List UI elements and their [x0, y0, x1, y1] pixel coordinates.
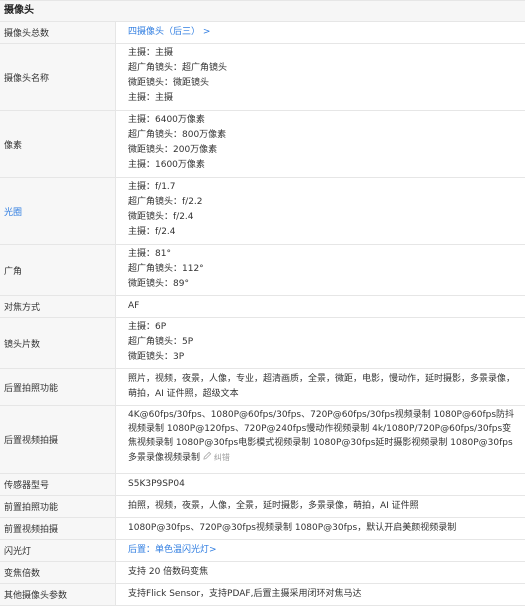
- pixels-value: 主摄：6400万像素 超广角镜头：800万像素 微距镜头：200万像素 主摄：1…: [116, 111, 525, 177]
- label-camera-total: 摄像头总数: [0, 22, 116, 43]
- row-lens-count: 镜头片数 主摄：6P 超广角镜头：5P 微距镜头：3P: [0, 318, 525, 369]
- aperture-line: 主摄：f/2.4: [128, 227, 176, 237]
- row-rear-video: 后置视频拍摄 4K@60fps/30fps、1080P@60fps/30fps、…: [0, 406, 525, 474]
- row-front-photo: 前置拍照功能 拍照，视频，夜景，人像，全景，延时摄影，多景录像，萌拍，AI 证件…: [0, 496, 525, 518]
- pixels-line: 主摄：6400万像素: [128, 115, 205, 125]
- front-photo-value: 拍照，视频，夜景，人像，全景，延时摄影，多景录像，萌拍，AI 证件照: [128, 501, 419, 511]
- focus-value: AF: [128, 301, 140, 311]
- camera-name-line: 微距镜头：微距镜头: [128, 78, 210, 88]
- label-aperture-link[interactable]: 光圈: [0, 178, 116, 244]
- wide-angle-value: 主摄：81° 超广角镜头：112° 微距镜头：89°: [116, 245, 525, 295]
- lens-count-line: 主摄：6P: [128, 322, 167, 332]
- camera-name-line: 主摄：主摄: [128, 48, 174, 58]
- label-lens-count: 镜头片数: [0, 318, 116, 368]
- pixels-line: 主摄：1600万像素: [128, 160, 205, 170]
- aperture-line: 微距镜头：f/2.4: [128, 212, 194, 222]
- aperture-line: 超广角镜头：f/2.2: [128, 197, 203, 207]
- rear-video-cell: 4K@60fps/30fps、1080P@60fps/30fps、720P@60…: [116, 406, 525, 473]
- flash-link[interactable]: 后置：单色温闪光灯>: [116, 540, 525, 561]
- wide-angle-line: 微距镜头：89°: [128, 279, 189, 289]
- row-aperture: 光圈 主摄：f/1.7 超广角镜头：f/2.2 微距镜头：f/2.4 主摄：f/…: [0, 178, 525, 245]
- camera-name-line: 超广角镜头：超广角镜头: [128, 63, 228, 73]
- rear-photo-value: 照片，视频，夜景，人像，专业，超清画质，全景，微距，电影，慢动作，延时摄影，多景…: [128, 374, 516, 399]
- label-focus: 对焦方式: [0, 296, 116, 317]
- row-front-video: 前置视频拍摄 1080P@30fps、720P@30fps视频录制 1080P@…: [0, 518, 525, 540]
- row-wide-angle: 广角 主摄：81° 超广角镜头：112° 微距镜头：89°: [0, 245, 525, 296]
- row-camera-total: 摄像头总数 四摄像头（后三） >: [0, 22, 525, 44]
- row-zoom: 变焦倍数 支持 20 倍数码变焦: [0, 562, 525, 584]
- row-other: 其他摄像头参数 支持Flick Sensor，支持PDAF,后置主摄采用闭环对焦…: [0, 584, 525, 606]
- pencil-icon: [203, 451, 214, 465]
- edit-label: 纠错: [213, 453, 230, 462]
- aperture-line: 主摄：f/1.7: [128, 182, 176, 192]
- row-camera-names: 摄像头名称 主摄：主摄 超广角镜头：超广角镜头 微距镜头：微距镜头 主摄：主摄: [0, 44, 525, 111]
- label-other: 其他摄像头参数: [0, 584, 116, 605]
- label-front-photo: 前置拍照功能: [0, 496, 116, 517]
- label-camera-names: 摄像头名称: [0, 44, 116, 110]
- pixels-line: 超广角镜头：800万像素: [128, 130, 227, 140]
- row-focus: 对焦方式 AF: [0, 296, 525, 318]
- lens-count-line: 微距镜头：3P: [128, 352, 185, 362]
- label-wide-angle: 广角: [0, 245, 116, 295]
- other-value: 支持Flick Sensor，支持PDAF,后置主摄采用闭环对焦马达: [128, 589, 362, 599]
- aperture-value: 主摄：f/1.7 超广角镜头：f/2.2 微距镜头：f/2.4 主摄：f/2.4: [116, 178, 525, 244]
- sensor-value: S5K3P9SP04: [128, 479, 185, 489]
- label-rear-video: 后置视频拍摄: [0, 406, 116, 473]
- camera-names-value: 主摄：主摄 超广角镜头：超广角镜头 微距镜头：微距镜头 主摄：主摄: [116, 44, 525, 110]
- label-rear-photo: 后置拍照功能: [0, 369, 116, 405]
- row-rear-photo: 后置拍照功能 照片，视频，夜景，人像，专业，超清画质，全景，微距，电影，慢动作，…: [0, 369, 525, 406]
- rear-video-value: 4K@60fps/30fps、1080P@60fps/30fps、720P@60…: [128, 410, 515, 463]
- label-pixels: 像素: [0, 111, 116, 177]
- section-title: 摄像头: [0, 0, 525, 22]
- front-video-value: 1080P@30fps、720P@30fps视频录制 1080P@30fps，默…: [128, 523, 457, 533]
- camera-spec-section: 摄像头 摄像头总数 四摄像头（后三） > 摄像头名称 主摄：主摄 超广角镜头：超…: [0, 0, 525, 606]
- wide-angle-line: 超广角镜头：112°: [128, 264, 204, 274]
- row-sensor: 传感器型号 S5K3P9SP04: [0, 474, 525, 496]
- lens-count-value: 主摄：6P 超广角镜头：5P 微距镜头：3P: [116, 318, 525, 368]
- zoom-value: 支持 20 倍数码变焦: [128, 567, 209, 577]
- label-sensor: 传感器型号: [0, 474, 116, 495]
- lens-count-line: 超广角镜头：5P: [128, 337, 194, 347]
- label-front-video: 前置视频拍摄: [0, 518, 116, 539]
- label-zoom: 变焦倍数: [0, 562, 116, 583]
- row-flash: 闪光灯 后置：单色温闪光灯>: [0, 540, 525, 562]
- camera-name-line: 主摄：主摄: [128, 93, 174, 103]
- pixels-line: 微距镜头：200万像素: [128, 145, 218, 155]
- row-pixels: 像素 主摄：6400万像素 超广角镜头：800万像素 微距镜头：200万像素 主…: [0, 111, 525, 178]
- camera-total-link[interactable]: 四摄像头（后三） >: [116, 22, 525, 43]
- label-flash: 闪光灯: [0, 540, 116, 561]
- wide-angle-line: 主摄：81°: [128, 249, 171, 259]
- edit-button[interactable]: 纠错: [203, 451, 230, 465]
